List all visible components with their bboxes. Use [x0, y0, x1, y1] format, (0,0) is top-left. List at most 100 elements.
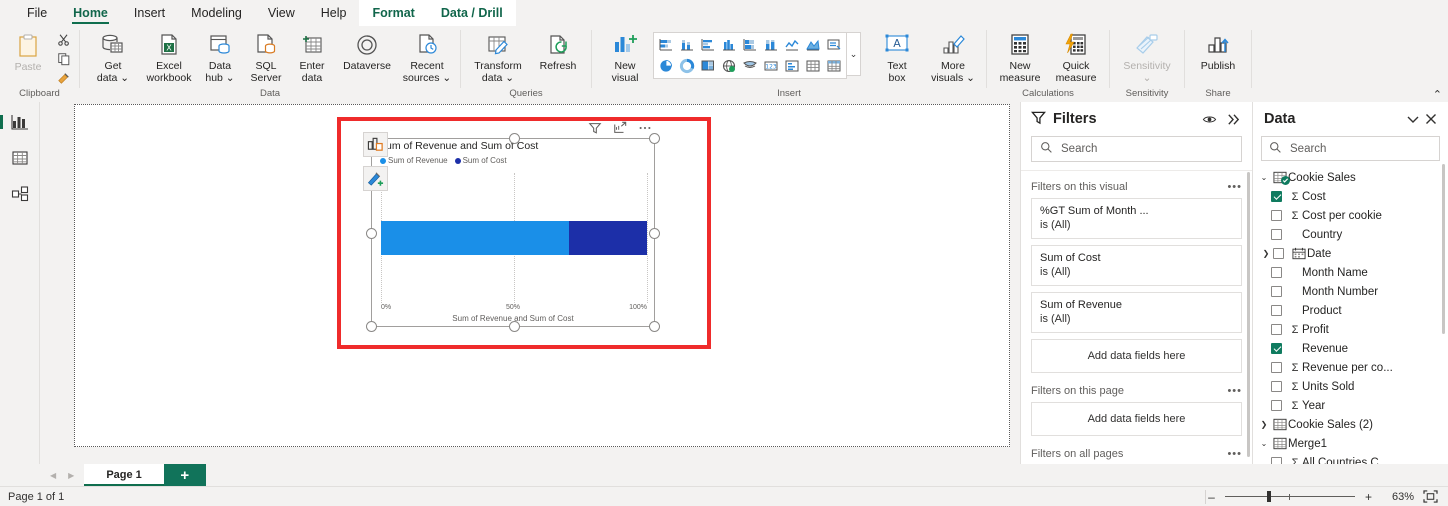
sql-server-button[interactable]: SQL Server	[243, 28, 289, 84]
donut-chart-icon[interactable]	[677, 56, 697, 76]
tab-data-drill[interactable]: Data / Drill	[427, 0, 516, 26]
new-measure-button[interactable]: New measure	[992, 28, 1048, 84]
ellipsis-icon[interactable]: •••	[1227, 385, 1242, 397]
filters-pane-scrollbar[interactable]	[1247, 172, 1250, 457]
field-checkbox[interactable]	[1271, 305, 1282, 316]
report-view-icon[interactable]	[0, 110, 33, 134]
publish-button[interactable]: Publish	[1190, 28, 1246, 73]
chevron-left-icon[interactable]: ◀	[50, 471, 56, 480]
data-view-icon[interactable]	[7, 146, 33, 170]
gallery-more-chevron-down-icon[interactable]: ⌄	[847, 32, 861, 76]
table-icon[interactable]	[803, 56, 823, 76]
data-field-month-name[interactable]: Month Name	[1257, 263, 1448, 282]
pie-chart-icon[interactable]	[656, 56, 676, 76]
eye-icon[interactable]	[1201, 111, 1218, 128]
filter-card[interactable]: %GT Sum of Month ... is (All)	[1031, 198, 1242, 239]
filter-card[interactable]: Sum of Cost is (All)	[1031, 245, 1242, 286]
line-and-stacked-column-chart-icon[interactable]	[824, 35, 844, 55]
add-format-icon[interactable]	[363, 166, 388, 191]
funnel-chart-icon[interactable]	[740, 56, 760, 76]
add-page-button[interactable]: +	[163, 464, 206, 486]
treemap-icon[interactable]	[698, 56, 718, 76]
field-checkbox[interactable]	[1271, 267, 1282, 278]
legend-item[interactable]: Sum of Revenue	[380, 156, 448, 165]
fit-to-page-icon[interactable]	[1422, 490, 1438, 504]
filter-card[interactable]: Sum of Revenue is (All)	[1031, 292, 1242, 333]
tab-file[interactable]: File	[14, 0, 60, 26]
filter-dropzone-visual[interactable]: Add data fields here	[1031, 339, 1242, 373]
chevron-down-icon[interactable]: ⌄	[1257, 439, 1271, 448]
multi-row-card-icon[interactable]	[782, 56, 802, 76]
refresh-button[interactable]: Refresh	[530, 28, 586, 73]
more-options-icon[interactable]	[637, 120, 652, 135]
recent-sources-button[interactable]: Recent sources ⌄	[399, 28, 455, 84]
data-field-units-sold[interactable]: Σ Units Sold	[1257, 377, 1448, 396]
chevron-right-icon[interactable]: ❯	[1257, 420, 1271, 429]
filters-search-input[interactable]: Search	[1031, 136, 1242, 162]
bar-segment-revenue[interactable]	[381, 221, 570, 255]
data-field-all-countries-1[interactable]: Σ All Countries.C...	[1257, 453, 1448, 464]
scissors-icon[interactable]	[54, 31, 74, 48]
resize-handle-s[interactable]	[509, 321, 520, 332]
field-checkbox[interactable]	[1271, 457, 1282, 464]
bar-segment-cost[interactable]	[569, 221, 647, 255]
hundred-percent-stacked-bar-chart-icon[interactable]	[740, 35, 760, 55]
collapse-ribbon-chevron-up-icon[interactable]: ⌃	[1433, 88, 1442, 101]
resize-handle-n[interactable]	[509, 133, 520, 144]
text-box-button[interactable]: A Text box	[869, 28, 925, 84]
visual-container[interactable]: Sum of Revenue and Sum of Cost Sum of Re…	[366, 121, 660, 332]
paste-button[interactable]: Paste	[5, 29, 51, 74]
resize-handle-w[interactable]	[366, 228, 377, 239]
copy-icon[interactable]	[54, 50, 74, 67]
stacked-column-chart-icon[interactable]	[677, 35, 697, 55]
zoom-in-button[interactable]: +	[1363, 490, 1374, 504]
data-field-year[interactable]: Σ Year	[1257, 396, 1448, 415]
area-chart-icon[interactable]	[803, 35, 823, 55]
filter-icon[interactable]	[587, 120, 602, 135]
change-visual-type-icon[interactable]	[363, 132, 388, 157]
map-icon[interactable]	[719, 56, 739, 76]
more-visuals-button[interactable]: More visuals ⌄	[925, 28, 981, 84]
transform-data-button[interactable]: Transform data ⌄	[466, 28, 530, 84]
tab-view[interactable]: View	[255, 0, 308, 26]
field-checkbox[interactable]	[1271, 229, 1282, 240]
data-field-product[interactable]: Product	[1257, 301, 1448, 320]
format-painter-icon[interactable]	[54, 69, 74, 86]
field-checkbox[interactable]	[1271, 324, 1282, 335]
line-chart-icon[interactable]	[782, 35, 802, 55]
visual-gallery[interactable]: 123	[653, 32, 847, 79]
enter-data-button[interactable]: Enter data	[289, 28, 335, 84]
field-checkbox[interactable]	[1271, 343, 1282, 354]
data-search-input[interactable]: Search	[1261, 136, 1440, 161]
matrix-icon[interactable]	[824, 56, 844, 76]
sensitivity-button[interactable]: Sensitivity ⌄	[1115, 28, 1179, 84]
focus-mode-icon[interactable]	[612, 120, 627, 135]
chevron-down-icon[interactable]	[1404, 110, 1422, 128]
zoom-out-button[interactable]: –	[1206, 490, 1217, 504]
slider-knob[interactable]	[1267, 491, 1271, 502]
excel-workbook-button[interactable]: X Excel workbook	[141, 28, 197, 84]
data-field-country[interactable]: Country	[1257, 225, 1448, 244]
report-page-canvas[interactable]: Sum of Revenue and Sum of Cost Sum of Re…	[74, 104, 1010, 447]
data-table-cookie-sales-2[interactable]: ❯ Cookie Sales (2)	[1257, 415, 1448, 434]
zoom-slider[interactable]	[1225, 491, 1355, 503]
double-chevron-right-icon[interactable]	[1225, 111, 1242, 128]
close-icon[interactable]	[1422, 110, 1440, 128]
ellipsis-icon[interactable]: •••	[1227, 181, 1242, 193]
resize-handle-sw[interactable]	[366, 321, 377, 332]
tab-help[interactable]: Help	[308, 0, 360, 26]
chevron-right-icon[interactable]: ❯	[1259, 249, 1273, 258]
filter-dropzone-page[interactable]: Add data fields here	[1031, 402, 1242, 436]
get-data-button[interactable]: Get data ⌄	[85, 28, 141, 84]
data-table-merge1[interactable]: ⌄ Merge1	[1257, 434, 1448, 453]
field-checkbox[interactable]	[1273, 248, 1284, 259]
resize-handle-se[interactable]	[649, 321, 660, 332]
clustered-column-chart-icon[interactable]	[719, 35, 739, 55]
data-field-profit[interactable]: Σ Profit	[1257, 320, 1448, 339]
model-view-icon[interactable]	[7, 182, 33, 206]
data-field-month-number[interactable]: Month Number	[1257, 282, 1448, 301]
chart-plot-area[interactable]	[381, 173, 648, 303]
field-checkbox[interactable]	[1271, 210, 1282, 221]
stacked-bar-chart-icon[interactable]	[656, 35, 676, 55]
clustered-bar-chart-icon[interactable]	[698, 35, 718, 55]
